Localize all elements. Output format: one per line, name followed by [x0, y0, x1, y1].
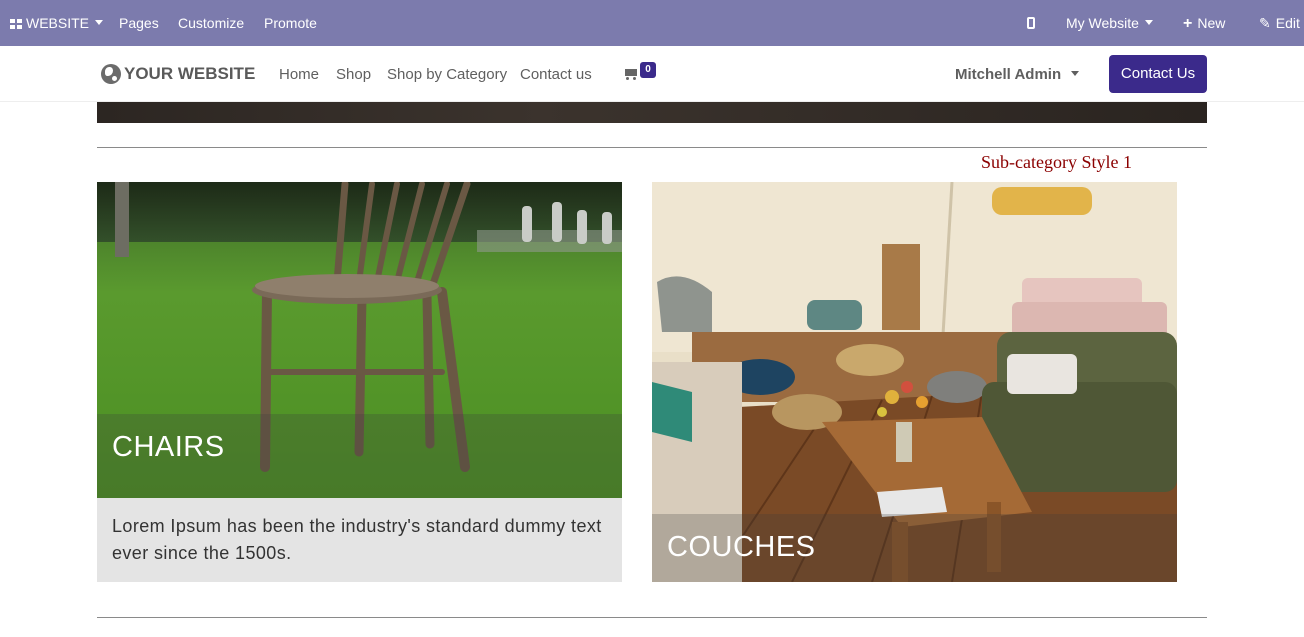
- mobile-preview-button[interactable]: [1027, 0, 1035, 46]
- category-card-chairs[interactable]: CHAIRS: [97, 182, 622, 498]
- user-name: Mitchell Admin: [955, 66, 1062, 83]
- new-button[interactable]: + New: [1183, 0, 1225, 46]
- nav-contact-us[interactable]: Contact us: [520, 66, 592, 83]
- user-menu[interactable]: Mitchell Admin: [955, 66, 1080, 83]
- my-website-label: My Website: [1066, 15, 1139, 31]
- my-website-menu[interactable]: My Website: [1066, 0, 1153, 46]
- logo-text: YOUR WEBSITE: [124, 64, 256, 83]
- couches-image: [652, 182, 1177, 582]
- pencil-icon: ✎: [1259, 15, 1271, 31]
- pages-menu[interactable]: Pages: [119, 0, 159, 46]
- apps-grid-icon: [10, 19, 22, 29]
- cart-count-badge: 0: [640, 62, 656, 78]
- chevron-down-icon: [1144, 20, 1153, 25]
- globe-icon: [101, 64, 121, 84]
- website-menu[interactable]: WEBSITE: [10, 0, 104, 46]
- admin-bar: WEBSITE Pages Customize Promote My Websi…: [0, 0, 1304, 46]
- nav-shop[interactable]: Shop: [336, 66, 371, 83]
- cart-icon[interactable]: [623, 68, 637, 80]
- website-menu-label: WEBSITE: [26, 15, 90, 31]
- chevron-down-icon: [1071, 71, 1080, 76]
- mobile-phone-icon: [1027, 17, 1035, 29]
- divider: [97, 617, 1207, 618]
- category-label-couches: COUCHES: [667, 531, 816, 563]
- category-card-couches[interactable]: COUCHES: [652, 182, 1177, 582]
- chevron-down-icon: [95, 20, 104, 25]
- site-logo[interactable]: YOUR WEBSITE: [101, 63, 255, 85]
- site-header: YOUR WEBSITE Home Shop Shop by Category …: [0, 46, 1304, 102]
- new-label: New: [1197, 15, 1226, 31]
- divider: [97, 147, 1207, 148]
- section-title: Sub-category Style 1: [981, 152, 1132, 172]
- contact-us-button[interactable]: Contact Us: [1109, 55, 1207, 93]
- category-description-chairs: Lorem Ipsum has been the industry's stan…: [97, 498, 622, 582]
- nav-shop-by-category[interactable]: Shop by Category: [387, 66, 507, 83]
- category-label-chairs: CHAIRS: [112, 431, 225, 463]
- customize-menu[interactable]: Customize: [178, 0, 244, 46]
- hero-banner-image: [97, 102, 1207, 123]
- plus-icon: +: [1183, 15, 1193, 32]
- promote-menu[interactable]: Promote: [264, 0, 317, 46]
- edit-button[interactable]: ✎ Edit: [1259, 0, 1300, 46]
- nav-home[interactable]: Home: [279, 66, 319, 83]
- edit-label: Edit: [1275, 15, 1300, 31]
